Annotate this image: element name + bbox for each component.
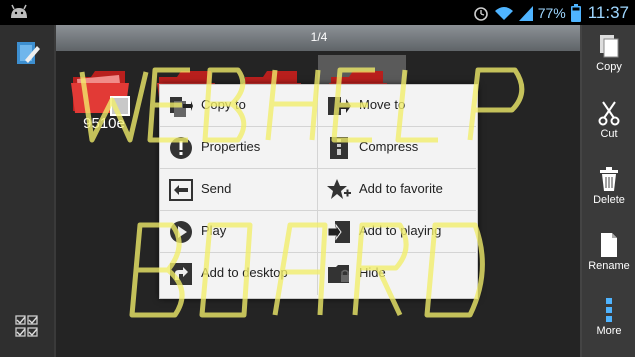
menu-item-properties[interactable]: Properties xyxy=(160,127,318,169)
edit-select-icon[interactable] xyxy=(15,40,41,68)
signal-icon xyxy=(518,5,533,21)
right-toolbar: Copy Cut Delete Rename More xyxy=(580,25,635,357)
menu-item-move-to[interactable]: Move to xyxy=(318,85,476,127)
battery-percent: 77% xyxy=(537,4,566,21)
delete-label: Delete xyxy=(593,194,625,206)
copy-to-icon xyxy=(170,97,193,117)
multi-select-icon[interactable] xyxy=(14,314,40,338)
trash-icon xyxy=(600,167,618,191)
menu-item-label: Hide xyxy=(359,265,386,280)
menu-item-label: Move to xyxy=(359,97,406,112)
more-icon xyxy=(606,298,612,322)
cut-button[interactable]: Cut xyxy=(584,100,634,140)
copy-label: Copy xyxy=(596,61,622,73)
play-icon xyxy=(170,221,192,243)
file-name: 9510e xyxy=(83,115,125,132)
file-item[interactable]: 9510e xyxy=(69,67,139,147)
scissors-icon xyxy=(598,101,620,126)
battery-icon xyxy=(570,3,581,22)
android-debug-icon xyxy=(11,4,27,18)
menu-item-label: Copy to xyxy=(201,97,246,112)
rename-icon xyxy=(601,233,617,257)
menu-item-label: Add to desktop xyxy=(201,265,288,280)
status-icons: 77% 11:37 xyxy=(473,2,629,23)
menu-item-add-to-desktop[interactable]: Add to desktop xyxy=(160,253,318,295)
menu-item-label: Play xyxy=(201,223,227,238)
page-indicator: 1/4 xyxy=(310,30,328,44)
copy-icon xyxy=(600,35,619,58)
copy-button[interactable]: Copy xyxy=(584,33,634,73)
more-button[interactable]: More xyxy=(584,297,634,337)
more-label: More xyxy=(596,325,622,337)
info-icon xyxy=(170,137,192,159)
favorite-icon xyxy=(327,179,351,199)
menu-item-label: Compress xyxy=(359,139,419,154)
menu-item-label: Add to favorite xyxy=(359,181,443,196)
compress-icon xyxy=(330,137,348,159)
menu-item-label: Send xyxy=(201,181,232,196)
menu-item-copy-to[interactable]: Copy to xyxy=(160,85,318,127)
move-to-icon xyxy=(328,97,351,115)
status-bar: 77% 11:37 xyxy=(0,0,635,25)
context-menu: Copy to Move to Properties Compress Send… xyxy=(159,84,478,299)
menu-item-hide[interactable]: Hide xyxy=(318,253,476,295)
menu-item-play[interactable]: Play xyxy=(160,211,318,253)
desktop-shortcut-icon xyxy=(170,263,192,285)
page-header: 1/4 xyxy=(56,25,582,51)
send-icon xyxy=(169,179,193,201)
menu-item-add-to-playing[interactable]: Add to playing xyxy=(318,211,476,253)
menu-item-label: Add to playing xyxy=(359,223,442,238)
alarm-icon xyxy=(473,6,488,21)
folder-icon xyxy=(71,71,130,116)
cut-label: Cut xyxy=(600,128,618,140)
menu-item-compress[interactable]: Compress xyxy=(318,127,476,169)
rename-label: Rename xyxy=(588,260,630,272)
rename-button[interactable]: Rename xyxy=(584,232,634,272)
wifi-icon xyxy=(494,6,513,20)
left-sidebar xyxy=(0,25,56,357)
menu-item-label: Properties xyxy=(201,139,261,154)
menu-item-send[interactable]: Send xyxy=(160,169,318,211)
menu-item-add-to-favorite[interactable]: Add to favorite xyxy=(318,169,476,211)
hide-folder-icon xyxy=(328,265,349,283)
playlist-add-icon xyxy=(327,221,350,243)
delete-button[interactable]: Delete xyxy=(584,166,634,206)
clock: 11:37 xyxy=(587,2,629,22)
